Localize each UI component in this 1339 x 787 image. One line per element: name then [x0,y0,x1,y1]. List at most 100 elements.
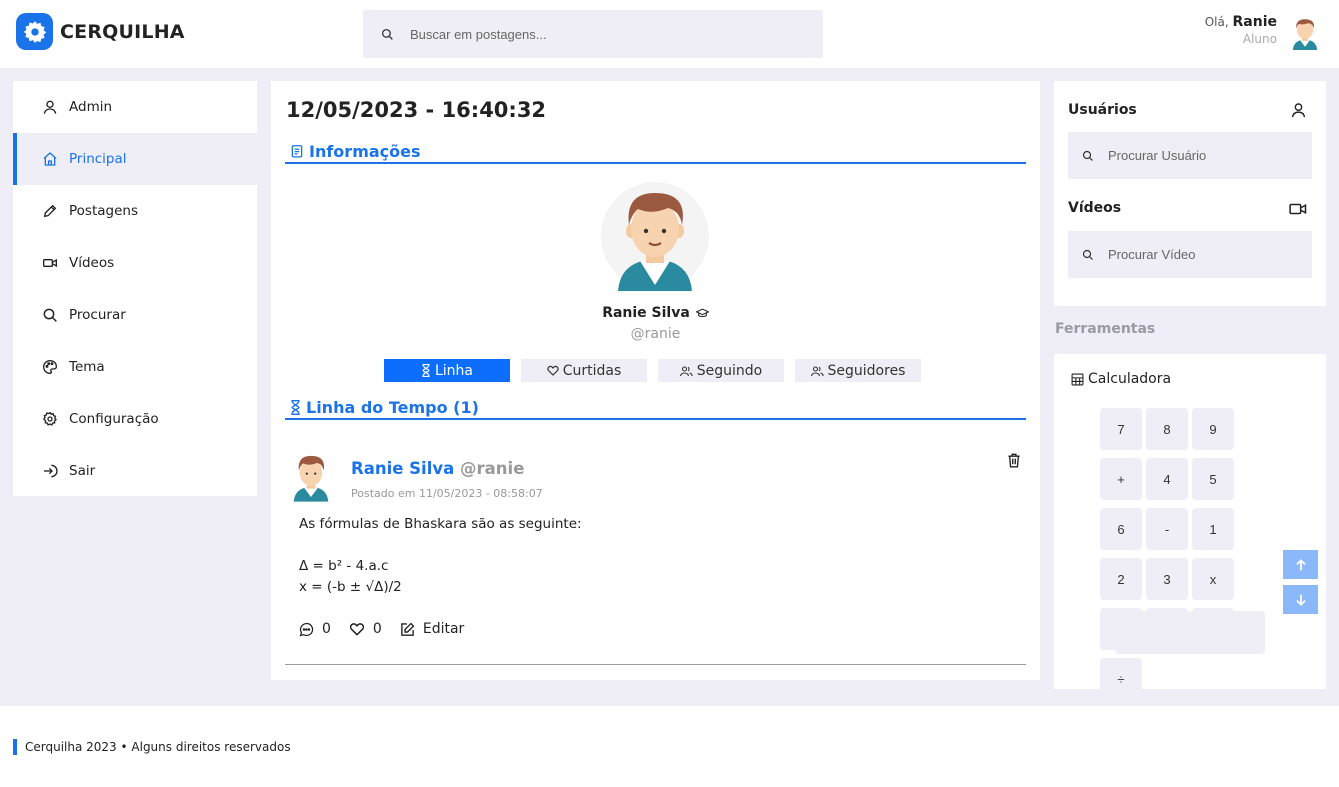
user-search-bar[interactable] [1068,132,1312,179]
graduation-cap-icon [695,308,709,317]
user-menu[interactable]: Olá, Ranie Aluno [1205,11,1323,53]
users-icon [810,365,824,376]
main-content: 12/05/2023 - 16:40:32 Informações Ranie … [271,81,1040,680]
user-icon [1291,103,1306,118]
users-title: Usuários [1068,102,1137,118]
profile-name: Ranie Silva [271,305,1040,321]
post-author-handle: @ranie [460,459,525,478]
sidebar-item-label: Principal [69,151,127,167]
profile-name-text: Ranie Silva [602,305,690,321]
sidebar-item-label: Postagens [69,203,138,219]
calc-key-1[interactable]: 1 [1192,508,1234,550]
search-icon [43,308,57,322]
edit-label: Editar [422,621,465,637]
timeline-section-title: Linha do Tempo (1) [285,396,1026,420]
edit-post-button[interactable]: Editar [400,621,464,637]
search-icon [1082,150,1093,161]
home-icon [43,152,57,166]
arrow-down-icon [1295,594,1306,606]
current-datetime: 12/05/2023 - 16:40:32 [286,98,547,122]
profile-tabs: Linha Curtidas Seguindo Seguidores [384,359,932,382]
post-date: Postado em 11/05/2023 - 08:58:07 [351,487,543,500]
search-icon [1082,249,1093,260]
avatar[interactable] [1287,11,1323,53]
profile-handle: @ranie [630,326,681,342]
post-search-bar[interactable] [363,10,823,58]
search-panel: Usuários Vídeos [1054,81,1326,306]
calc-key-plus[interactable]: + [1100,458,1142,500]
calc-key-6[interactable]: 6 [1100,508,1142,550]
tab-seguindo[interactable]: Seguindo [658,359,784,382]
brand-logo[interactable]: CERQUILHA [16,13,185,50]
sidebar-item-label: Procurar [69,307,126,323]
tab-seguidores[interactable]: Seguidores [795,359,921,382]
sidebar-item-tema[interactable]: Tema [13,341,257,393]
post-author-avatar[interactable] [290,450,332,502]
info-section-title: Informações [285,140,1026,164]
tab-curtidas[interactable]: Curtidas [521,359,647,382]
logout-icon [44,464,58,478]
trash-icon[interactable] [1007,453,1021,468]
users-icon [679,365,693,376]
video-icon [43,258,57,268]
post-body: As fórmulas de Bhaskara são as seguinte:… [299,516,582,595]
tab-linha[interactable]: Linha [384,359,510,382]
heart-icon [349,623,365,636]
tools-label: Ferramentas [1055,321,1156,337]
arrow-up-icon [1295,558,1306,570]
profile-avatar [601,182,709,291]
hourglass-icon [422,364,430,377]
user-search-input[interactable] [1108,148,1298,163]
scroll-up-button[interactable] [1283,550,1318,579]
palette-icon [43,359,58,375]
tab-label: Seguidores [827,362,906,379]
calc-key-2[interactable]: 2 [1100,558,1142,600]
calc-key-minus[interactable]: - [1146,508,1188,550]
brand-name: CERQUILHA [60,20,185,43]
tab-label: Seguindo [696,362,763,379]
video-search-input[interactable] [1108,247,1298,262]
sidebar-item-videos[interactable]: Vídeos [13,237,257,289]
sidebar-item-label: Admin [69,99,113,115]
video-icon [1289,203,1307,215]
sidebar-item-label: Vídeos [69,255,115,271]
like-button[interactable]: 0 [349,621,382,637]
scroll-down-button[interactable] [1283,585,1318,614]
comment-count: 0 [322,621,331,637]
video-search-bar[interactable] [1068,231,1312,278]
top-header: CERQUILHA Olá, Ranie Aluno [0,0,1339,68]
post-author-name[interactable]: Ranie Silva [351,459,454,478]
greeting: Olá, Ranie [1205,14,1277,30]
calculator-display [1115,611,1265,654]
search-icon [381,28,393,40]
sidebar-item-admin[interactable]: Admin [13,81,257,133]
sidebar-item-configuracao[interactable]: Configuração [13,393,257,445]
user-role: Aluno [1242,32,1277,46]
sidebar-item-principal[interactable]: Principal [13,133,257,185]
hourglass-icon [291,399,300,415]
post-author[interactable]: Ranie Silva @ranie [351,459,524,478]
sidebar-item-procurar[interactable]: Procurar [13,289,257,341]
calc-key-divide[interactable]: ÷ [1100,658,1142,700]
sidebar-item-label: Sair [69,463,96,479]
footer-text: Cerquilha 2023 • Alguns direitos reserva… [13,739,291,755]
comment-button[interactable]: 0 [299,621,331,637]
post-search-input[interactable] [410,26,770,42]
calc-key-3[interactable]: 3 [1146,558,1188,600]
info-title-text: Informações [309,141,421,161]
greeting-prefix: Olá, [1204,15,1229,29]
calc-key-8[interactable]: 8 [1146,408,1188,450]
calc-key-4[interactable]: 4 [1146,458,1188,500]
post-card: Ranie Silva @ranie Postado em 11/05/2023… [285,439,1026,665]
clipboard-icon [291,145,303,158]
calc-key-9[interactable]: 9 [1192,408,1234,450]
timeline-title-text: Linha do Tempo (1) [306,397,479,417]
sidebar-item-postagens[interactable]: Postagens [13,185,257,237]
sidebar-item-sair[interactable]: Sair [13,445,257,497]
post-actions: 0 0 Editar [299,621,482,637]
calc-key-7[interactable]: 7 [1100,408,1142,450]
sidebar-nav: Admin Principal Postagens Vídeos Procura… [13,81,257,496]
calc-key-5[interactable]: 5 [1192,458,1234,500]
sidebar-item-label: Configuração [69,411,159,427]
calc-key-multiply[interactable]: x [1192,558,1234,600]
